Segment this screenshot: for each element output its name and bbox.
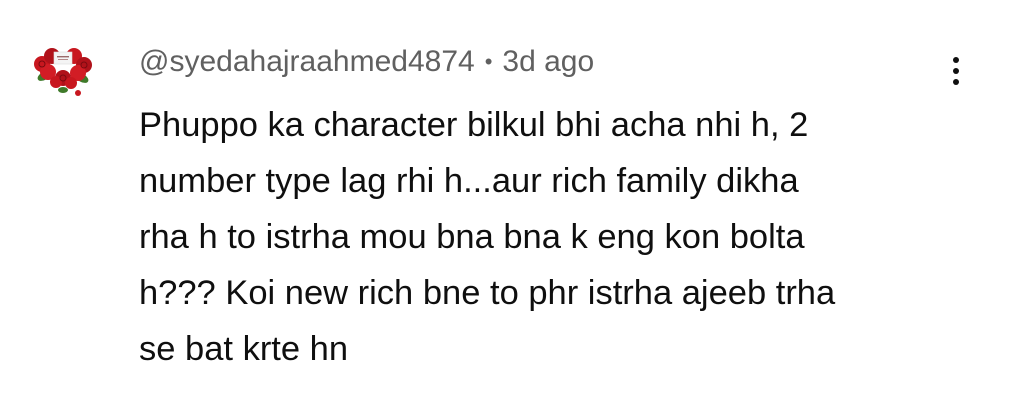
comment-text-line: rha h to istrha mou bna bna k eng kon bo… xyxy=(139,218,805,256)
meta-separator: • xyxy=(484,49,493,74)
comment-text-line: se bat krte hn xyxy=(139,330,349,368)
comment-text-line: h??? Koi new rich bne to phr istrha ajee… xyxy=(139,274,836,312)
comment-item: @syedahajraahmed4874 • 3d ago Phuppo ka … xyxy=(0,0,1024,408)
comment-text: Phuppo ka character bilkul bhi acha nhi … xyxy=(139,97,939,377)
comment-text-line: Phuppo ka character bilkul bhi acha nhi … xyxy=(139,106,809,144)
comment-text-line: number type lag rhi h...aur rich family … xyxy=(139,162,799,200)
more-vertical-icon xyxy=(953,55,959,88)
comment-timestamp[interactable]: 3d ago xyxy=(502,45,594,79)
comment-header: @syedahajraahmed4874 • 3d ago xyxy=(139,40,594,84)
avatar[interactable] xyxy=(30,38,96,104)
author-handle[interactable]: @syedahajraahmed4874 xyxy=(139,45,475,79)
more-options-button[interactable] xyxy=(938,46,974,96)
rose-bouquet-icon xyxy=(30,38,96,104)
